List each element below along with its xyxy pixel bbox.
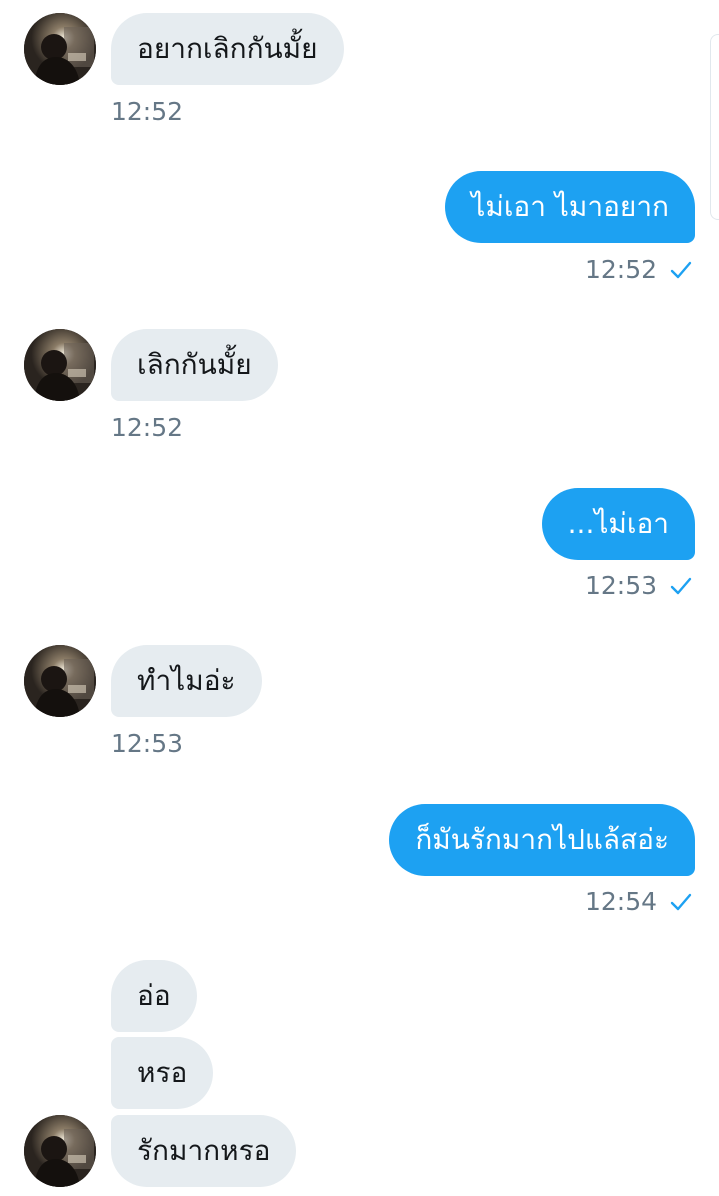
avatar[interactable] (24, 13, 96, 85)
message-text: รักมากหรอ (137, 1134, 271, 1167)
avatar[interactable] (24, 1115, 96, 1187)
message-timestamp: 12:52 (111, 413, 184, 442)
message-timestamp: 12:52 (585, 255, 693, 284)
message-text: หรอ (137, 1056, 188, 1089)
message-bubble-incoming[interactable]: ทำไมอ่ะ (111, 645, 262, 717)
message-text: อยากเลิกกันมั้ย (137, 32, 318, 65)
scroll-edge (710, 34, 719, 220)
check-icon (670, 893, 692, 910)
message-bubble-outgoing[interactable]: ไม่เอา ไมาอยาก (445, 171, 695, 243)
message-bubble-incoming[interactable]: อยากเลิกกันมั้ย (111, 13, 344, 85)
message-bubble-incoming[interactable]: เลิกกันมั้ย (111, 329, 278, 401)
message-bubble-incoming[interactable]: หรอ (111, 1037, 214, 1109)
check-icon (670, 577, 692, 594)
message-bubble-outgoing[interactable]: ...ไม่เอา (541, 488, 695, 560)
avatar[interactable] (24, 645, 96, 717)
message-text: อ่อ (137, 979, 171, 1012)
message-text: เลิกกันมั้ย (137, 348, 252, 381)
message-bubble-incoming[interactable]: อ่อ (111, 960, 197, 1032)
message-text: ทำไมอ่ะ (137, 664, 236, 697)
check-icon (670, 261, 692, 278)
message-text: ...ไม่เอา (567, 507, 669, 540)
message-text: ก็มันรักมากไปแล้สอ่ะ (415, 823, 669, 856)
message-text: ไม่เอา ไมาอยาก (471, 190, 669, 223)
message-timestamp: 12:53 (111, 729, 184, 758)
message-bubble-incoming[interactable]: รักมากหรอ (111, 1115, 297, 1187)
message-bubble-outgoing[interactable]: ก็มันรักมากไปแล้สอ่ะ (389, 804, 695, 876)
message-timestamp: 12:53 (585, 571, 693, 600)
message-timestamp: 12:54 (585, 887, 693, 916)
message-timestamp: 12:52 (111, 97, 184, 126)
avatar[interactable] (24, 329, 96, 401)
